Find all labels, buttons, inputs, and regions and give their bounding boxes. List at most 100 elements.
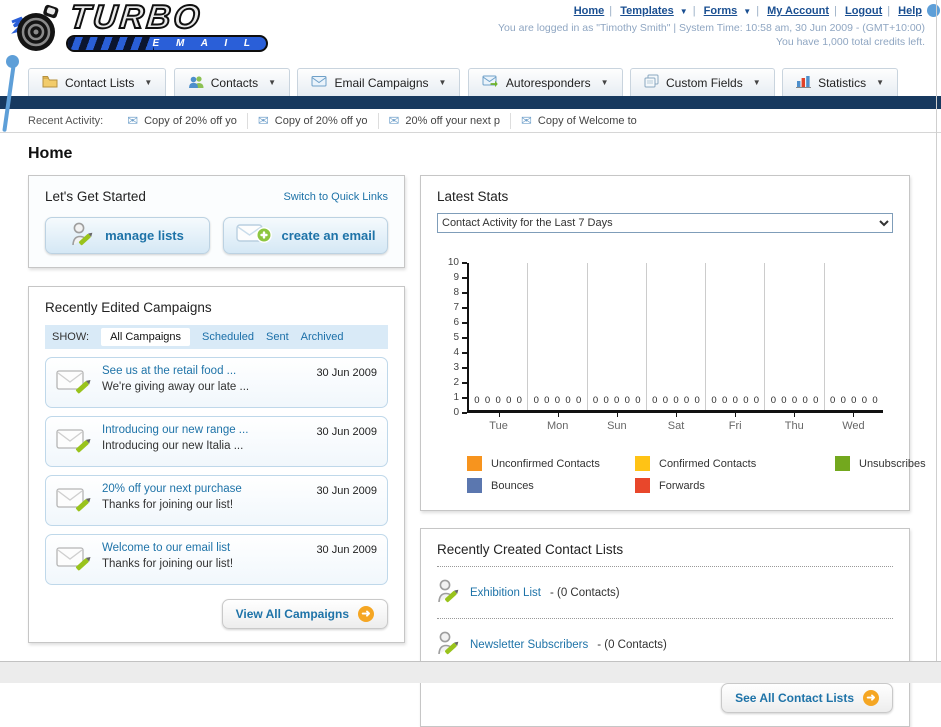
campaign-row[interactable]: 20% off your next purchase Thanks for jo… — [45, 475, 388, 526]
y-axis-tick: 5 — [453, 333, 467, 343]
x-axis-label: Tue — [469, 413, 528, 432]
x-axis-label: Sun — [587, 413, 646, 432]
contact-list-detail: - (0 Contacts) — [597, 638, 667, 651]
bar-value-label: 0 — [474, 395, 480, 406]
main-navigation: Contact Lists ▼ Contacts ▼ Email Campaigns… — [0, 68, 941, 96]
y-axis-tick: 3 — [453, 363, 467, 373]
campaign-subtitle: Introducing our new Italia ... — [102, 440, 244, 452]
recent-activity-item[interactable]: ✉ 20% off your next p — [377, 112, 511, 129]
tab-contacts[interactable]: Contacts ▼ — [173, 68, 291, 96]
y-axis: 0 1 2 3 4 5 6 7 8 9 10 — [437, 258, 467, 418]
tab-label: Contact Lists — [65, 75, 135, 90]
tab-label: Contacts — [210, 75, 259, 90]
bar-value-label: 0 — [743, 395, 749, 406]
y-axis-tick: 6 — [453, 318, 467, 328]
chevron-down-icon: ▼ — [876, 78, 885, 87]
contact-list-row[interactable]: Exhibition List - (0 Contacts) — [437, 576, 893, 609]
campaign-filter-bar: SHOW: All Campaigns Scheduled Sent Archi… — [45, 325, 388, 349]
y-axis-tick: 7 — [453, 303, 467, 313]
campaign-subtitle: Thanks for joining our list! — [102, 499, 234, 511]
logo-subtitle: E M A I L — [152, 38, 257, 49]
header-link-templates[interactable]: Templates — [620, 5, 674, 17]
chart-day-group: 00000 — [469, 263, 527, 410]
forms-dropdown-caret[interactable]: ▼ — [743, 7, 751, 16]
bar-value-label: 0 — [516, 395, 522, 406]
campaign-date: 30 Jun 2009 — [316, 485, 377, 497]
x-axis-label: Thu — [765, 413, 824, 432]
stats-period-select[interactable]: Contact Activity for the Last 7 Days — [437, 213, 893, 233]
legend-swatch — [467, 456, 482, 471]
bar-value-label: 0 — [840, 395, 846, 406]
templates-dropdown-caret[interactable]: ▼ — [680, 7, 688, 16]
header-link-forms[interactable]: Forms — [704, 5, 738, 17]
create-an-email-button[interactable]: create an email — [223, 217, 388, 254]
chart-day-group: 00000 — [586, 263, 646, 410]
switch-to-quick-links[interactable]: Switch to Quick Links — [283, 191, 388, 203]
recent-activity-item[interactable]: ✉ Copy of 20% off yo — [246, 112, 378, 129]
legend-item: Unsubscribes — [835, 456, 926, 471]
bar-value-label: 0 — [565, 395, 571, 406]
campaign-title-link[interactable]: See us at the retail food ... — [102, 365, 306, 377]
tab-label: Custom Fields — [666, 75, 743, 90]
legend-swatch — [835, 456, 850, 471]
contacts-people-icon — [188, 75, 204, 91]
contact-list-link[interactable]: Exhibition List — [470, 587, 541, 599]
campaigns-title: Recently Edited Campaigns — [45, 300, 212, 315]
manage-lists-button[interactable]: manage lists — [45, 217, 210, 254]
button-label: View All Campaigns — [235, 607, 349, 621]
contact-list-row[interactable]: Newsletter Subscribers - (0 Contacts) — [437, 628, 893, 661]
page-title: Home — [28, 145, 73, 162]
campaign-row[interactable]: Welcome to our email list Thanks for joi… — [45, 534, 388, 585]
legend-item: Forwards — [635, 478, 835, 493]
chevron-down-icon: ▼ — [600, 78, 609, 87]
chevron-down-icon: ▼ — [752, 78, 761, 87]
x-axis-label: Wed — [824, 413, 883, 432]
x-axis: Tue Mon Sun Sat Fri Thu Wed — [469, 413, 893, 432]
button-label: manage lists — [105, 228, 184, 243]
campaign-title-link[interactable]: Welcome to our email list — [102, 542, 306, 554]
bar-value-label: 0 — [592, 395, 599, 406]
filter-archived[interactable]: Archived — [301, 331, 344, 343]
header-link-help[interactable]: Help — [898, 5, 922, 17]
recent-activity-item[interactable]: ✉ Copy of 20% off yo — [117, 113, 247, 129]
legend-label: Unconfirmed Contacts — [491, 457, 600, 470]
logo-stripes — [68, 37, 154, 50]
recent-activity-item[interactable]: ✉ Copy of Welcome to — [510, 112, 647, 129]
header-link-my-account[interactable]: My Account — [767, 5, 829, 17]
tab-autoresponders[interactable]: Autoresponders ▼ — [467, 68, 623, 96]
chart-day-group: 00000 — [705, 263, 764, 410]
footer-strip — [0, 661, 941, 683]
bar-value-label: 0 — [802, 395, 808, 406]
filter-sent[interactable]: Sent — [266, 331, 289, 343]
tab-custom-fields[interactable]: Custom Fields ▼ — [630, 68, 775, 96]
bar-value-label: 0 — [861, 395, 868, 406]
chevron-down-icon: ▼ — [268, 78, 277, 87]
tab-email-campaigns[interactable]: Email Campaigns ▼ — [297, 68, 461, 96]
header-link-home[interactable]: Home — [574, 5, 605, 17]
view-all-campaigns-button[interactable]: View All Campaigns ➜ — [221, 599, 388, 629]
filter-all-campaigns[interactable]: All Campaigns — [101, 328, 190, 346]
person-pencil-icon — [437, 578, 461, 607]
filter-scheduled[interactable]: Scheduled — [202, 331, 254, 343]
chart-day-group: 00000 — [645, 263, 705, 410]
envelope-icon: ✉ — [388, 112, 400, 128]
bar-value-label: 0 — [495, 395, 501, 406]
header-link-logout[interactable]: Logout — [845, 5, 882, 17]
envelope-pencil-icon — [56, 485, 92, 518]
header-right: Home | Templates ▼ | Forms ▼ | My Account | Lo… — [498, 5, 925, 48]
tab-statistics[interactable]: Statistics ▼ — [782, 68, 899, 96]
tab-contact-lists[interactable]: Contact Lists ▼ — [28, 68, 167, 96]
campaign-title-link[interactable]: Introducing our new range ... — [102, 424, 306, 436]
bar-value-label: 0 — [533, 395, 539, 406]
button-label: create an email — [281, 228, 376, 243]
campaign-row[interactable]: See us at the retail food ... We're givi… — [45, 357, 388, 408]
campaign-title-link[interactable]: 20% off your next purchase — [102, 483, 306, 495]
campaign-row[interactable]: Introducing our new range ... Introducin… — [45, 416, 388, 467]
legend-label: Bounces — [491, 479, 534, 492]
bar-value-label: 0 — [484, 395, 491, 406]
see-all-contact-lists-button[interactable]: See All Contact Lists ➜ — [721, 683, 893, 713]
get-started-panel: Let's Get Started Switch to Quick Links … — [28, 175, 405, 268]
turbocharger-icon — [8, 4, 66, 59]
tab-label: Email Campaigns — [334, 75, 429, 90]
contact-list-link[interactable]: Newsletter Subscribers — [470, 639, 588, 651]
